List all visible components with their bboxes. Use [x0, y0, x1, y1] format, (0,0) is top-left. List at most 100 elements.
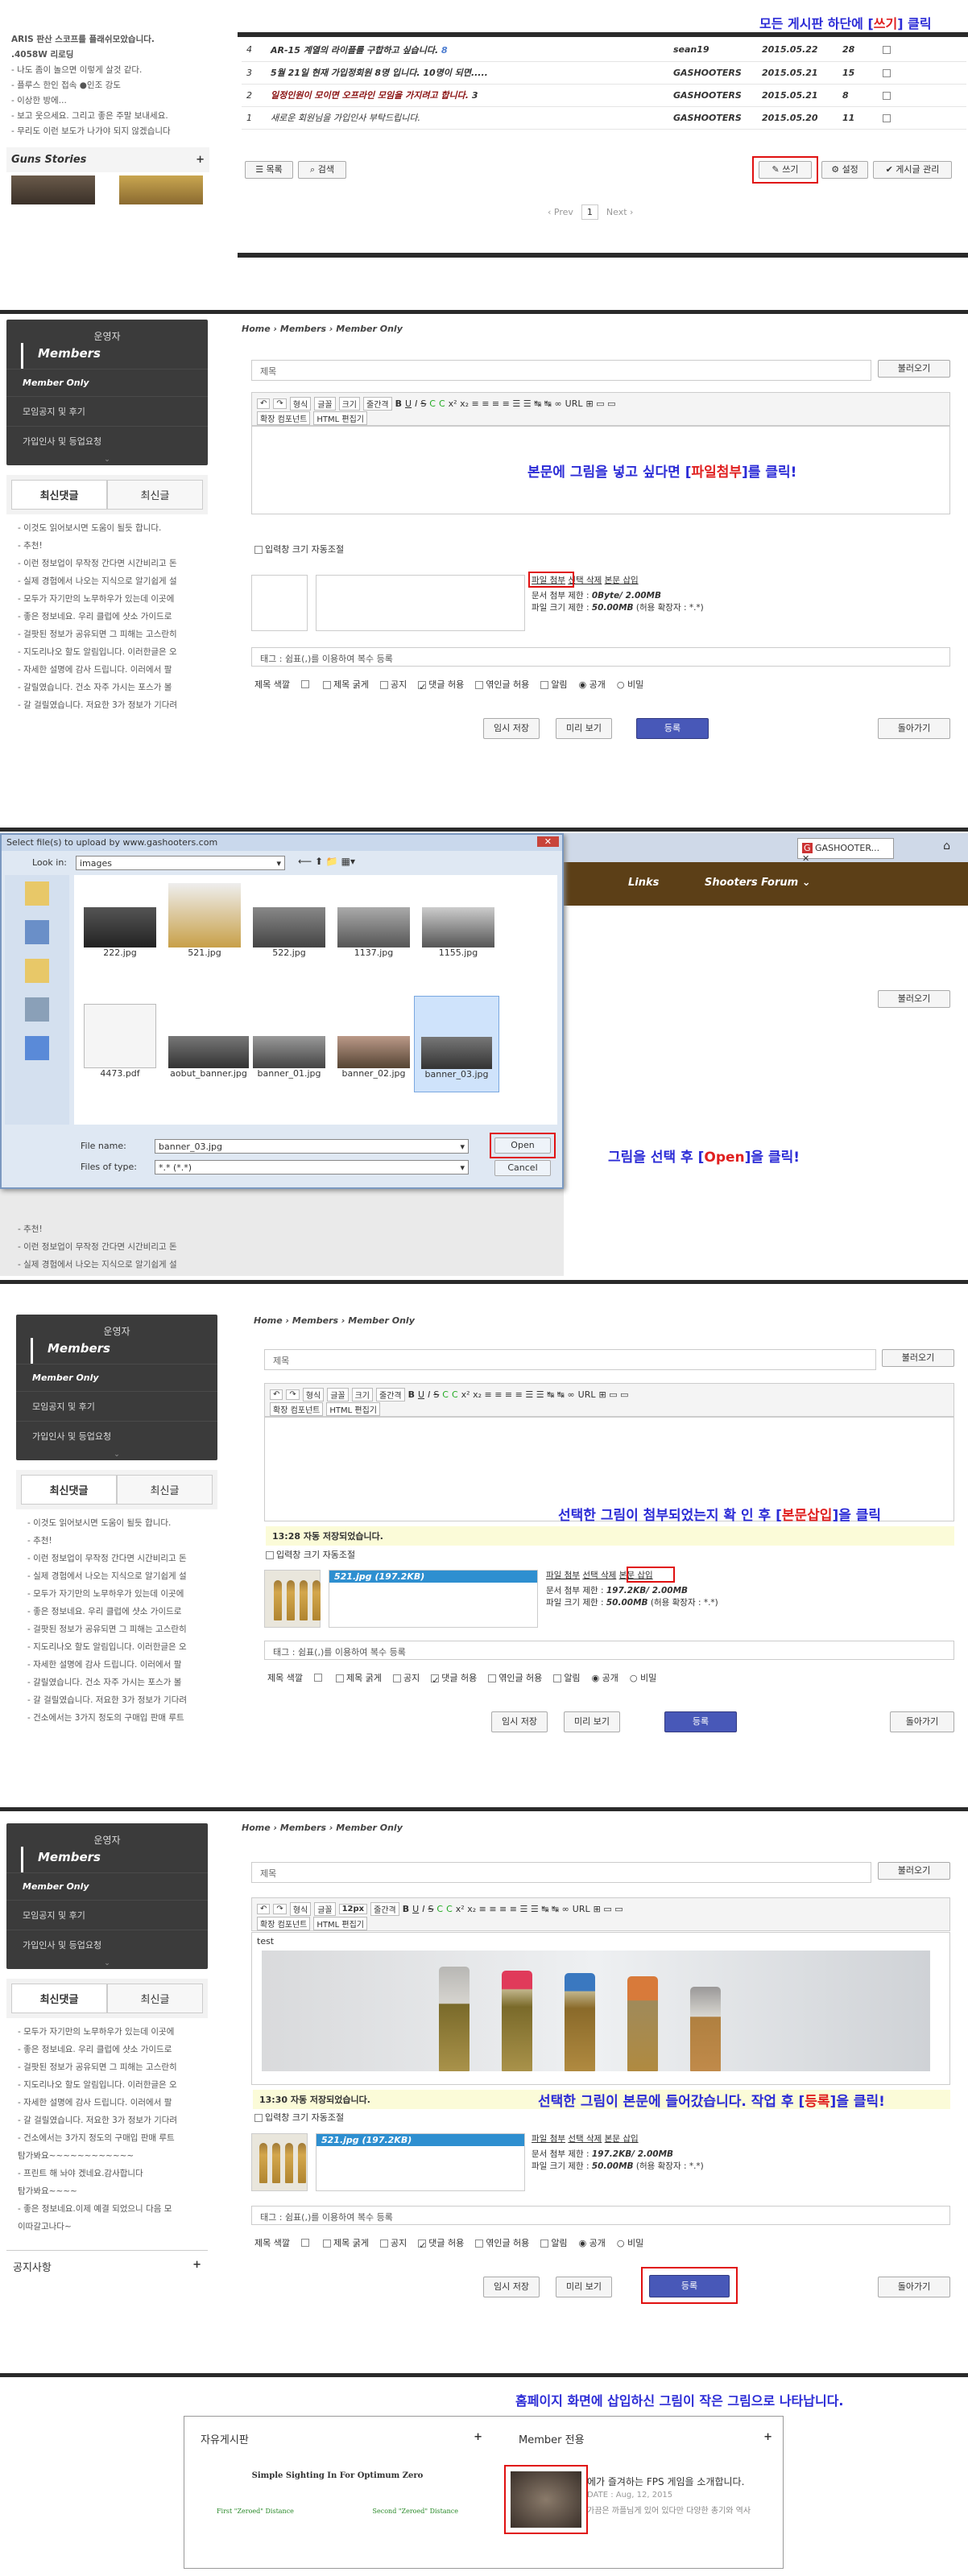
tab-recent-comments[interactable]: 최신댓글 [11, 480, 107, 510]
nav-icons[interactable]: ⟵ ⬆ 📁 ▦▾ [298, 856, 355, 867]
file-name-input[interactable]: banner_03.jpg ▾ [155, 1139, 469, 1154]
tag-input[interactable]: 태그 : 쉼표(,)를 이용하여 복수 등록 [251, 647, 950, 667]
list-item[interactable]: - 갈릴였습니다. 건소 자주 가시는 포스가 볼 [27, 1674, 206, 1691]
back-button[interactable]: 돌아가기 [878, 718, 950, 739]
list-item[interactable]: - 프린트 해 놔야 겠네요.감사합니다 [18, 2165, 196, 2182]
sidebar-link[interactable]: - 플루스 한인 접속 ●인조 강도 [11, 78, 205, 93]
list-item[interactable]: - 실제 경험에서 나오는 지식으로 알기쉽게 설 [18, 572, 196, 590]
pager-prev[interactable]: ‹ Prev [548, 207, 573, 217]
load-button[interactable]: 불러오기 [878, 360, 950, 378]
load-button[interactable]: 불러오기 [878, 990, 950, 1008]
preview-button[interactable]: 미리 보기 [564, 1711, 620, 1732]
sidebar-link[interactable]: - 나도 좀이 놀으면 이렇게 살것 같다. [11, 63, 205, 78]
file-item[interactable]: 222.jpg [84, 907, 156, 958]
sidebar-item-meetings[interactable]: 모임공지 및 후기 [16, 1391, 217, 1421]
file-item[interactable]: 1155.jpg [422, 907, 494, 958]
insert-body-button[interactable]: 본문 삽입 [605, 2134, 639, 2144]
settings-button[interactable]: ⚙ 설정 [821, 161, 868, 179]
pager-next[interactable]: Next › [606, 207, 634, 217]
sidebar-item-member-only[interactable]: Member Only [16, 1364, 217, 1391]
sidebar-item-meetings[interactable]: 모임공지 및 후기 [6, 1900, 208, 1930]
list-item[interactable]: - 모두가 자기만의 노무하우가 있는데 이곳에 [18, 2023, 196, 2041]
load-button[interactable]: 불러오기 [882, 1349, 954, 1367]
preview-button[interactable]: 미리 보기 [556, 2277, 612, 2297]
board-ad[interactable]: Simple Sighting In For Optimum Zero Firs… [217, 2471, 458, 2552]
editor-body[interactable]: test [251, 1932, 950, 2085]
list-item[interactable]: - 갈릴였습니다. 건소 자주 가시는 포스가 볼 [18, 679, 196, 696]
story-thumbnail[interactable] [11, 175, 95, 204]
color-picker[interactable] [313, 1674, 322, 1682]
sidebar-item-join[interactable]: 가입인사 및 등업요청 [6, 426, 208, 456]
list-item[interactable]: - 갈 걸릴였습니다. 저요한 3가 정보가 기다려 [18, 696, 196, 714]
list-item[interactable]: - 자세한 설명에 감사 드립니다. 이러에서 팔 [27, 1656, 206, 1674]
tab-recent-posts[interactable]: 최신글 [107, 480, 203, 510]
file-attach-button[interactable]: 파일 첨부 [546, 1571, 580, 1580]
place-icon[interactable] [25, 959, 49, 983]
file-attach-button[interactable]: 파일 첨부 [532, 2134, 565, 2144]
list-item[interactable]: - 좋은 정보네요. 우리 클럽에 샷소 가이드로 [18, 608, 196, 625]
plus-icon[interactable]: + [474, 2431, 482, 2446]
nav-forum[interactable]: Shooters Forum ⌄ [705, 877, 811, 889]
sidebar-item-join[interactable]: 가입인사 및 등업요청 [6, 1930, 208, 1959]
tab-recent-comments[interactable]: 최신댓글 [21, 1475, 117, 1505]
place-icon[interactable] [25, 920, 49, 944]
list-button[interactable]: ☰ 목록 [245, 161, 293, 179]
ext-component-button[interactable]: 확장 컴포넌트 [257, 411, 311, 425]
submit-button[interactable]: 등록 [664, 1711, 737, 1732]
sidebar-item-meetings[interactable]: 모임공지 및 후기 [6, 396, 208, 426]
load-button[interactable]: 불러오기 [878, 1862, 950, 1880]
list-item[interactable]: - 지도리나오 할도 알림입니다. 이러한글은 오 [27, 1638, 206, 1656]
file-item[interactable]: banner_02.jpg [337, 1036, 410, 1079]
file-item-selected[interactable]: banner_03.jpg [414, 996, 499, 1092]
list-item[interactable]: - 이런 정보업이 무작정 간다면 시간비리고 돈 [18, 1238, 177, 1256]
attached-file-row[interactable]: 521.jpg (197.2KB) [316, 2134, 524, 2146]
list-item[interactable]: - 좋은 정보네요. 우리 클럽에 샷소 가이드로 [27, 1603, 206, 1620]
cancel-button[interactable]: Cancel [494, 1160, 551, 1176]
select-delete-button[interactable]: 선택 삭제 [582, 1571, 616, 1580]
file-item[interactable]: 4473.pdf [84, 1004, 156, 1079]
plus-icon[interactable]: + [192, 2259, 201, 2274]
tag-input[interactable]: 태그 : 쉼표(,)를 이용하여 복수 등록 [251, 2206, 950, 2225]
redo-icon[interactable]: ↷ [273, 398, 287, 409]
list-item[interactable]: - 좋은 정보네요. 우리 클럽에 샷소 가이드로 [18, 2041, 196, 2058]
pager-current[interactable]: 1 [581, 204, 598, 220]
color-picker[interactable] [300, 680, 309, 688]
list-item[interactable]: - 모두가 자기만의 노무하우가 있는데 이곳에 [18, 590, 196, 608]
attached-file-row[interactable]: 521.jpg (197.2KB) [329, 1571, 537, 1583]
sidebar-link[interactable]: - 이상한 방에... [11, 93, 205, 109]
row-checkbox[interactable] [883, 46, 891, 55]
table-row[interactable]: 1 새로운 회원님을 가입인사 부탁드립니다. GASHOOTERS 2015.05.… [242, 106, 966, 130]
list-item[interactable]: - 자세한 설명에 감사 드립니다. 이러에서 팔 [18, 2094, 196, 2112]
table-row[interactable]: 2 일정인원이 모이면 오프라인 모임을 가지려고 합니다. 3 GASHOOTER… [242, 84, 966, 107]
plus-icon[interactable]: + [196, 154, 205, 166]
ext-component-button[interactable]: 확장 컴포넌트 [257, 1916, 311, 1930]
undo-icon[interactable]: ↶ [257, 398, 271, 409]
file-item[interactable]: banner_01.jpg [253, 1036, 325, 1079]
place-icon[interactable] [25, 1036, 49, 1060]
list-item[interactable]: - 실제 경험에서 나오는 지식으로 알기쉽게 설 [18, 1256, 177, 1274]
preview-button[interactable]: 미리 보기 [556, 718, 612, 739]
list-item[interactable]: - 건소에서는 3가지 정도의 구매입 판매 루트 [18, 2129, 196, 2147]
sidebar-link[interactable]: - 보고 웃으세요. 그리고 좋은 주말 보내세요. [11, 109, 205, 124]
temp-save-button[interactable]: 임시 저장 [491, 1711, 548, 1732]
sidebar-item-join[interactable]: 가입인사 및 등업요청 [16, 1421, 217, 1451]
html-edit-button[interactable]: HTML 편집기 [313, 1916, 367, 1930]
look-in-select[interactable]: images ▾ [76, 856, 285, 870]
tag-input[interactable]: 태그 : 쉼표(,)를 이용하여 복수 등록 [264, 1641, 954, 1660]
story-thumbnail[interactable] [119, 175, 203, 204]
title-input[interactable]: 제목 [251, 360, 871, 381]
redo-icon[interactable]: ↷ [286, 1389, 300, 1400]
table-row[interactable]: 4 AR-15 계열의 라이플를 구합하고 싶습니다. 8 sean19 2015.0… [242, 39, 966, 62]
submit-button[interactable]: 등록 [636, 718, 709, 739]
sidebar-item-member-only[interactable]: Member Only [6, 369, 208, 396]
list-item[interactable]: - 추천! [18, 1220, 177, 1238]
file-type-select[interactable]: *.* (*.*) ▾ [155, 1160, 469, 1174]
auto-resize[interactable]: 입력창 크기 자동조절 [254, 543, 344, 555]
file-item[interactable]: 522.jpg [253, 907, 325, 958]
file-item[interactable]: 1137.jpg [337, 907, 410, 958]
temp-save-button[interactable]: 임시 저장 [483, 718, 540, 739]
title-input[interactable]: 제목 [264, 1349, 876, 1370]
list-item[interactable]: - 갈 걸릴였습니다. 저요한 3가 정보가 기다려 [18, 2112, 196, 2129]
table-row[interactable]: 3 5월 21일 현재 가입정회원 8명 입니다. 10명이 되면..... GAS… [242, 61, 966, 85]
html-edit-button[interactable]: HTML 편집기 [326, 1402, 380, 1416]
